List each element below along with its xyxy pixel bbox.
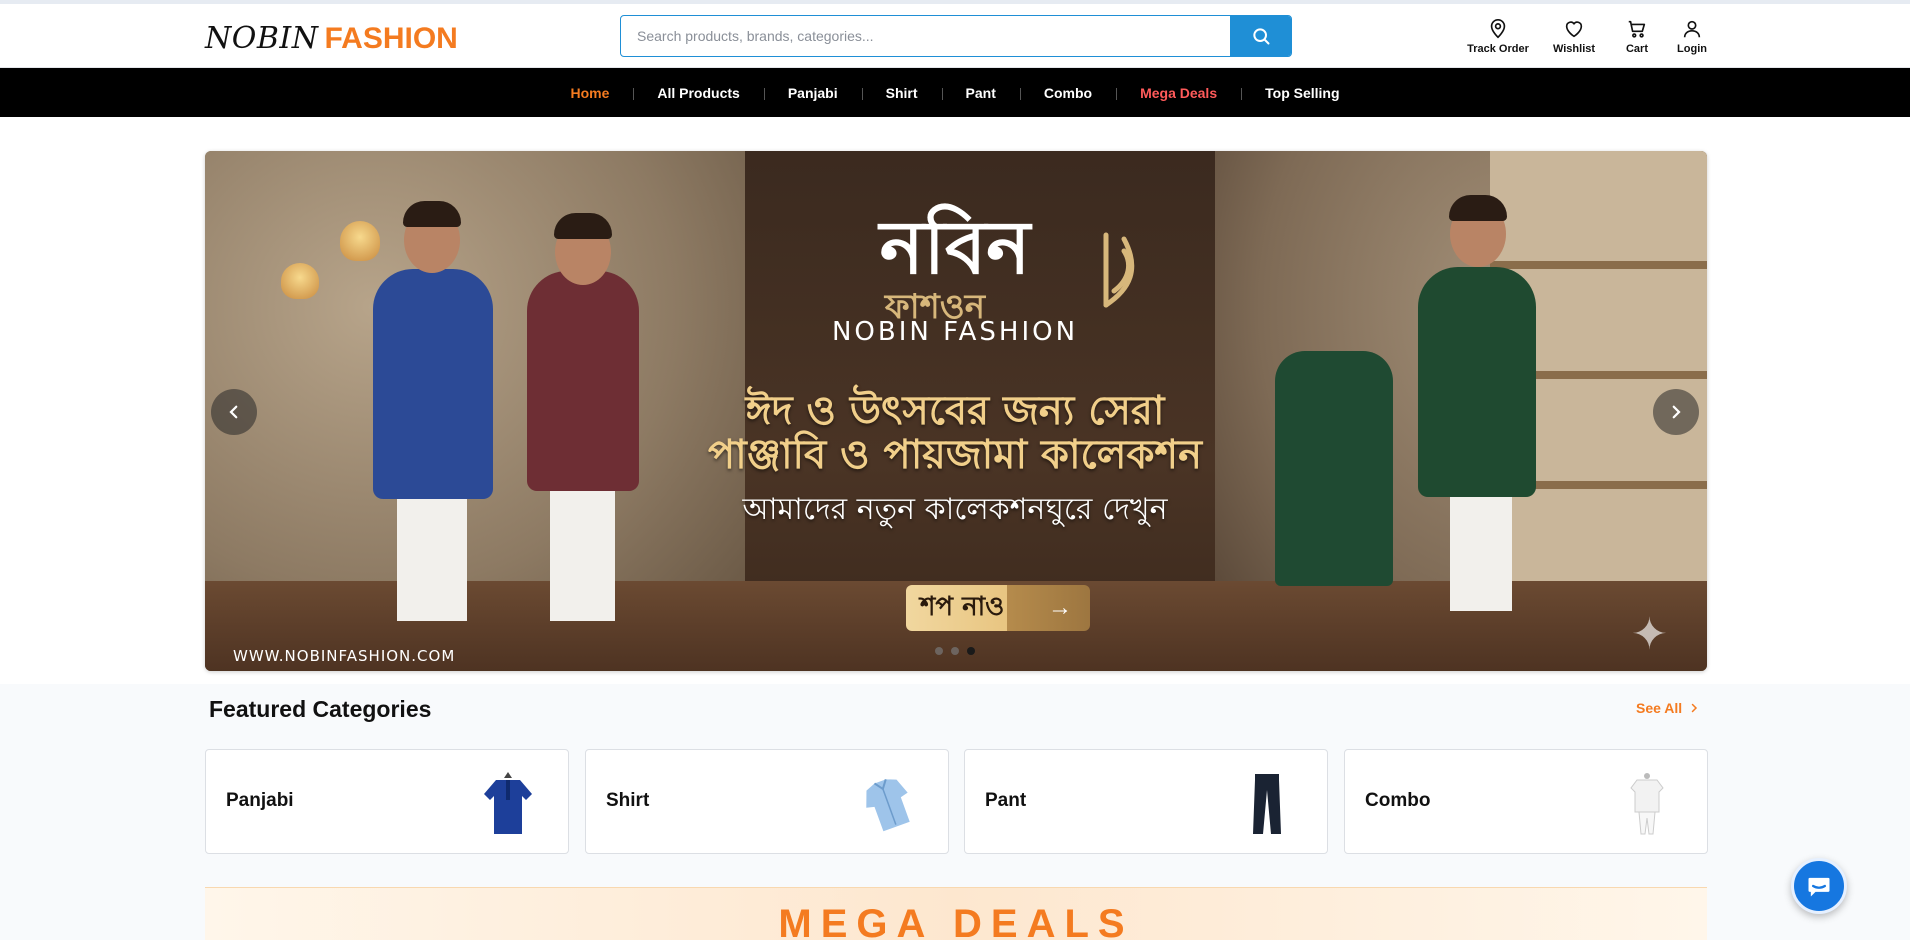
model-hair [554, 213, 612, 239]
chevron-right-icon [1672, 405, 1681, 419]
panjabi-image [484, 772, 532, 834]
carousel-dot[interactable] [951, 647, 959, 655]
see-all-label: See All [1636, 700, 1683, 716]
lamp-image [340, 221, 380, 261]
category-card-panjabi[interactable]: Panjabi [205, 749, 569, 854]
carousel-dots [935, 647, 975, 655]
cart-button[interactable]: Cart [1612, 18, 1662, 62]
wishlist-button[interactable]: Wishlist [1536, 18, 1612, 62]
user-icon [1683, 20, 1701, 38]
search-input[interactable] [621, 16, 1231, 56]
hero-banner[interactable]: নবিন ফাশওন NOBIN FASHION ঈদ ও উৎসবের জন্… [205, 151, 1707, 671]
carousel-prev-button[interactable] [211, 389, 257, 435]
category-name: Pant [985, 790, 1027, 811]
category-name: Panjabi [226, 790, 294, 811]
banner-website-url: WWW.NOBINFASHION.COM [233, 647, 456, 665]
chat-button[interactable] [1791, 858, 1847, 914]
search-bar [620, 15, 1292, 57]
model-green-panjabi [1418, 267, 1536, 497]
banner-headline-line2: পাঞ্জাবি ও পায়জামা কালেকশন [708, 432, 1202, 478]
banner-brand-english: NOBIN FASHION [831, 317, 1079, 347]
login-button[interactable]: Login [1662, 18, 1722, 62]
location-pin-icon [1490, 19, 1506, 39]
featured-categories-title: Featured Categories [209, 696, 432, 722]
category-card-shirt[interactable]: Shirt [585, 749, 949, 854]
nav-item-pant[interactable]: Pant [941, 85, 1020, 101]
site-logo[interactable]: NOBIN FASHION [205, 22, 458, 56]
site-header: NOBINFASHION Track Order Wishlist Cart L… [0, 4, 1910, 68]
cart-label: Cart [1625, 43, 1648, 55]
model-trousers [1450, 481, 1512, 611]
model-trousers [397, 481, 467, 621]
nav-item-home[interactable]: Home [546, 85, 633, 101]
carousel-dot-active[interactable] [967, 647, 975, 655]
cart-icon [1628, 20, 1646, 38]
nav-item-top-selling[interactable]: Top Selling [1241, 85, 1363, 101]
lamp-image [281, 263, 319, 299]
chevron-left-icon [229, 405, 238, 419]
logo-text-fashion: FASHION [324, 22, 458, 55]
shirt-image [866, 779, 910, 832]
wishlist-label: Wishlist [1552, 43, 1596, 55]
brand-mark-icon [1103, 232, 1135, 308]
shop-now-button[interactable]: শপ নাও → [906, 585, 1090, 631]
see-all-link[interactable]: See All [1636, 700, 1700, 716]
category-card-pant[interactable]: Pant [964, 749, 1328, 854]
search-icon [1252, 28, 1269, 45]
shop-now-label: শপ নাও [920, 592, 1005, 622]
model-hair [403, 201, 461, 227]
banner-subheadline: আমাদের নতুন কালেকশনঘুরে দেখুন [742, 492, 1168, 527]
nav-item-shirt[interactable]: Shirt [861, 85, 942, 101]
combo-image [1630, 773, 1664, 835]
carousel-next-button[interactable] [1653, 389, 1699, 435]
header-actions: Track Order Wishlist Cart Login [1460, 18, 1722, 62]
mega-deals-banner: MEGA DEALS [205, 887, 1707, 940]
chevron-right-icon [1691, 703, 1698, 713]
logo-text-nobin: NOBIN [205, 21, 319, 56]
mega-deals-title: MEGA DEALS [778, 902, 1134, 940]
nav-item-panjabi[interactable]: Panjabi [763, 85, 862, 101]
pant-image [1253, 774, 1281, 834]
main-nav: Home All Products Panjabi Shirt Pant Com… [0, 68, 1910, 117]
sparkle-icon: ✦ [1631, 610, 1668, 659]
track-order-button[interactable]: Track Order [1460, 18, 1536, 62]
carousel-dot[interactable] [935, 647, 943, 655]
chat-bubble-icon [1808, 877, 1830, 897]
category-name: Combo [1365, 790, 1431, 811]
category-card-combo[interactable]: Combo [1344, 749, 1708, 854]
nav-item-combo[interactable]: Combo [1019, 85, 1116, 101]
model-blue-panjabi [373, 269, 493, 499]
login-label: Login [1677, 43, 1707, 55]
track-order-label: Track Order [1467, 43, 1529, 55]
arrow-right-icon: → [1048, 594, 1072, 621]
model-hair [1449, 195, 1507, 221]
heart-icon [1565, 21, 1583, 38]
category-name: Shirt [606, 790, 650, 811]
model-trousers [550, 476, 615, 621]
search-button[interactable] [1230, 16, 1291, 56]
nav-item-all-products[interactable]: All Products [633, 85, 763, 101]
nav-item-mega-deals[interactable]: Mega Deals [1116, 85, 1241, 101]
banner-shelf-row [1490, 261, 1707, 269]
